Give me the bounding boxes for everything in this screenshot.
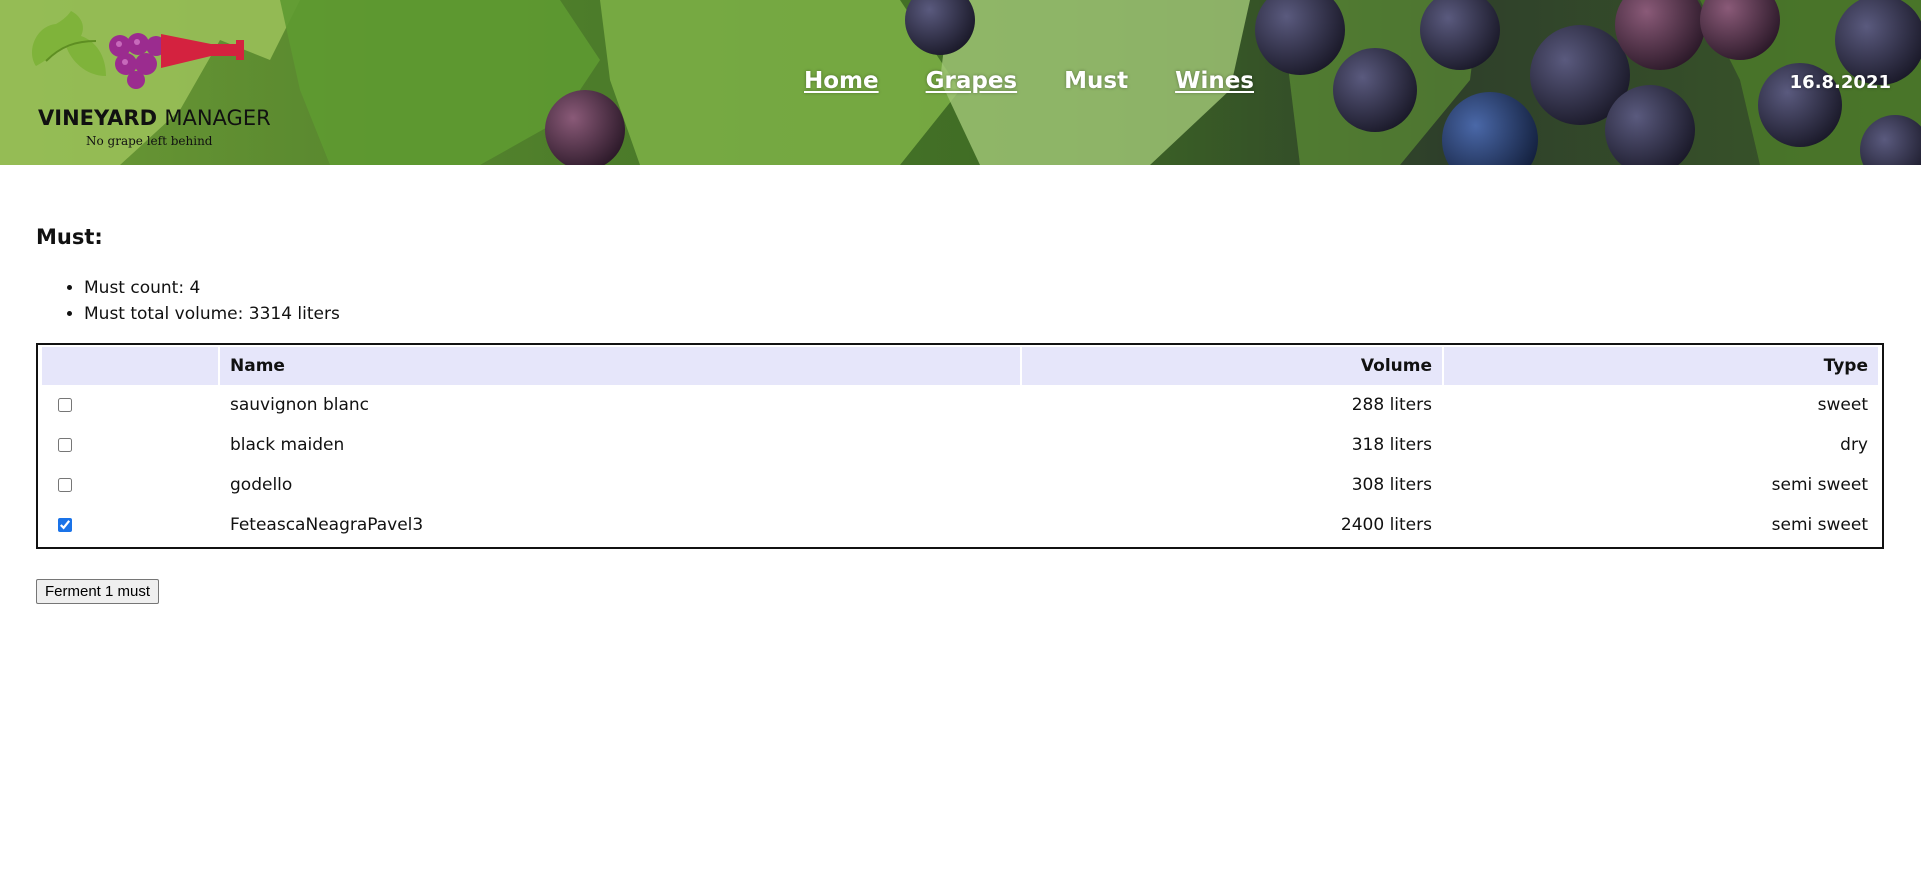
main-nav: Home Grapes Must Wines <box>804 68 1254 94</box>
must-count: Must count: 4 <box>84 275 1885 301</box>
nav-wines-link[interactable]: Wines <box>1175 68 1254 94</box>
table-row: sauvignon blanc 288 liters sweet <box>42 385 1878 425</box>
must-name: black maiden <box>230 435 345 455</box>
column-header-select <box>42 347 218 385</box>
page-title: Must: <box>36 225 103 249</box>
logo-title: VINEYARD MANAGER <box>38 106 271 130</box>
row-select-cell <box>42 465 218 505</box>
column-header-name[interactable]: Name <box>220 347 1020 385</box>
column-header-volume[interactable]: Volume <box>1022 347 1442 385</box>
nav-must-link[interactable]: Must <box>1064 68 1128 94</box>
must-table-container: Name Volume Type sauvignon blanc 288 lit… <box>36 343 1884 549</box>
must-type: sweet <box>1817 395 1868 415</box>
table-header-row: Name Volume Type <box>42 347 1878 385</box>
logo[interactable]: VINEYARD MANAGER No grape left behind <box>26 6 276 156</box>
must-type: semi sweet <box>1771 515 1868 535</box>
main-content: Must: Must count: 4 Must total volume: 3… <box>0 225 1921 604</box>
current-date: 16.8.2021 <box>1789 72 1891 93</box>
must-type: semi sweet <box>1771 475 1868 495</box>
row-select-cell <box>42 505 218 545</box>
must-total-volume: Must total volume: 3314 liters <box>84 301 1885 327</box>
row-select-checkbox[interactable] <box>58 518 72 532</box>
logo-bottle-icon <box>161 34 244 68</box>
logo-grapes-icon <box>109 33 166 89</box>
row-select-cell <box>42 385 218 425</box>
must-volume: 308 liters <box>1351 475 1432 495</box>
table-row: godello 308 liters semi sweet <box>42 465 1878 505</box>
row-select-checkbox[interactable] <box>58 478 72 492</box>
must-type: dry <box>1840 435 1868 455</box>
must-name: sauvignon blanc <box>230 395 370 415</box>
must-stats-list: Must count: 4 Must total volume: 3314 li… <box>36 275 1885 327</box>
row-select-checkbox[interactable] <box>58 398 72 412</box>
row-select-checkbox[interactable] <box>58 438 72 452</box>
table-row: black maiden 318 liters dry <box>42 425 1878 465</box>
must-name: godello <box>230 475 293 495</box>
nav-home-link[interactable]: Home <box>804 68 879 94</box>
ferment-must-button[interactable]: Ferment 1 must <box>36 579 160 604</box>
logo-leaf-icon <box>32 11 106 76</box>
table-row: FeteascaNeagraPavel3 2400 liters semi sw… <box>42 505 1878 545</box>
must-volume: 2400 liters <box>1340 515 1432 535</box>
row-select-cell <box>42 425 218 465</box>
must-table: Name Volume Type sauvignon blanc 288 lit… <box>40 347 1880 545</box>
must-volume: 318 liters <box>1351 435 1432 455</box>
column-header-type[interactable]: Type <box>1444 347 1878 385</box>
site-header: VINEYARD MANAGER No grape left behind Ho… <box>0 0 1921 165</box>
must-name: FeteascaNeagraPavel3 <box>230 515 424 535</box>
must-volume: 288 liters <box>1351 395 1432 415</box>
logo-tagline: No grape left behind <box>86 134 213 148</box>
nav-grapes-link[interactable]: Grapes <box>926 68 1018 94</box>
